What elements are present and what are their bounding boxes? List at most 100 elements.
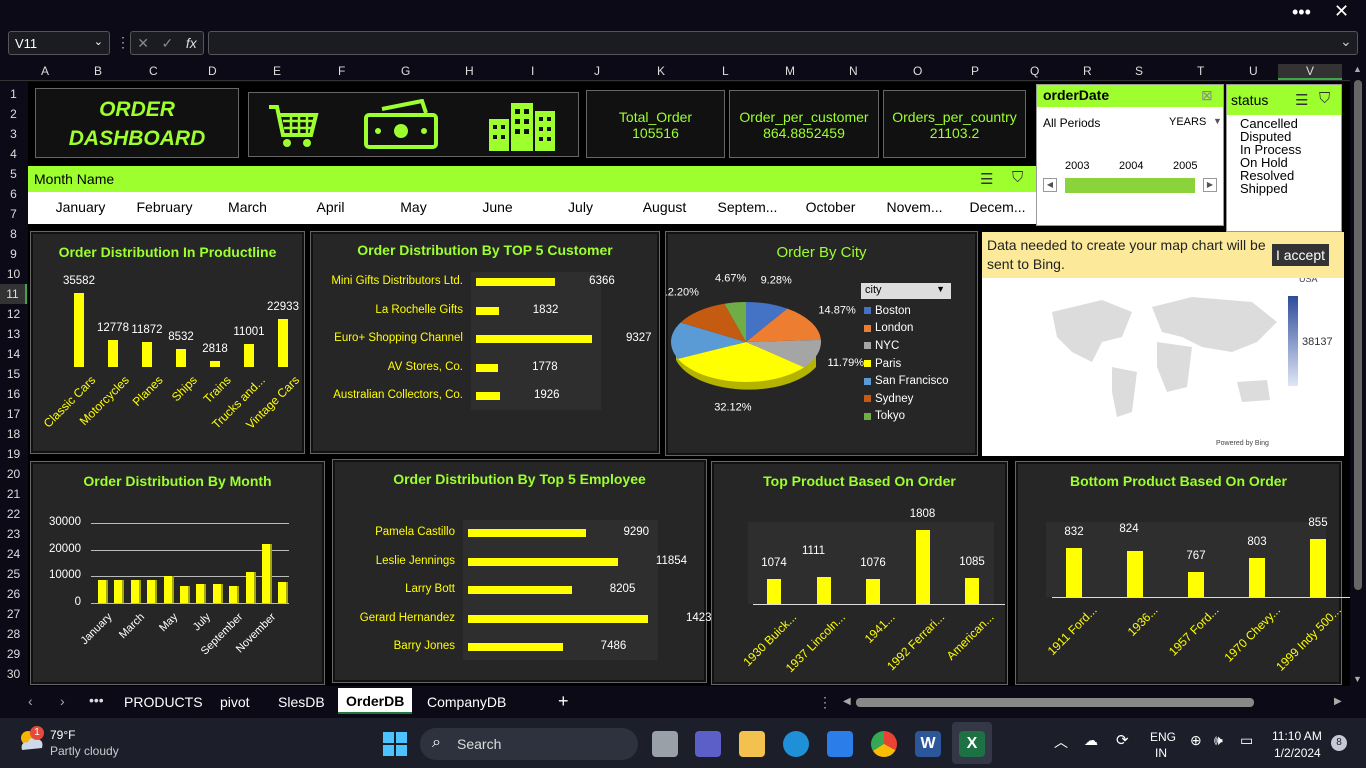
month-item[interactable]: June	[459, 199, 536, 215]
column-header[interactable]: M	[785, 64, 795, 78]
bar[interactable]	[212, 584, 221, 603]
sheet-tab[interactable]: CompanyDB	[427, 694, 506, 710]
bar[interactable]	[1188, 571, 1204, 597]
bar[interactable]	[767, 579, 781, 604]
bar[interactable]	[98, 580, 106, 603]
scroll-thumb[interactable]	[1354, 80, 1362, 590]
city-filter-dropdown[interactable]: city ▼	[861, 283, 951, 299]
scroll-left-icon[interactable]: ◀	[843, 696, 851, 707]
timeline-unit[interactable]: YEARS	[1169, 116, 1206, 128]
windows-start-icon[interactable]	[383, 732, 407, 756]
top-product-chart[interactable]: Top Product Based On Order 1074 1930 Buic…	[711, 461, 1008, 685]
month-item[interactable]: May	[375, 199, 452, 215]
fx-icon[interactable]: fx	[186, 35, 197, 51]
more-sheets-icon[interactable]: •••	[89, 692, 104, 708]
row-header[interactable]: 25	[0, 564, 27, 584]
bar[interactable]	[1249, 558, 1265, 597]
clear-filter-icon[interactable]: ⛉	[1319, 90, 1330, 107]
column-header[interactable]: B	[94, 64, 102, 78]
bar[interactable]	[468, 586, 572, 594]
row-header[interactable]: 23	[0, 524, 27, 544]
timeline-range-bar[interactable]	[1065, 178, 1195, 193]
bar[interactable]	[1127, 550, 1143, 597]
row-header[interactable]: 16	[0, 384, 27, 404]
month-item[interactable]: January	[42, 199, 119, 215]
row-header[interactable]: 12	[0, 304, 27, 324]
notification-badge[interactable]: 8	[1331, 735, 1347, 751]
bar[interactable]	[816, 576, 831, 604]
bar[interactable]	[476, 335, 592, 343]
next-sheet-icon[interactable]: ›	[60, 693, 65, 709]
bar[interactable]	[278, 319, 288, 367]
month-item[interactable]: October	[792, 199, 869, 215]
bar[interactable]	[163, 576, 172, 603]
bar[interactable]	[476, 306, 499, 315]
row-header[interactable]: 10	[0, 264, 27, 284]
row-header[interactable]: 5	[0, 164, 27, 184]
bar[interactable]	[965, 578, 979, 604]
row-header[interactable]: 4	[0, 144, 27, 164]
more-vertical-icon[interactable]: ⋮	[116, 34, 130, 51]
horizontal-scroll-thumb[interactable]	[856, 698, 1254, 707]
row-header[interactable]: 27	[0, 604, 27, 624]
employee-chart[interactable]: Order Distribution By Top 5 Employee Pam…	[332, 459, 718, 683]
row-header[interactable]: 26	[0, 584, 27, 604]
bar[interactable]	[147, 580, 156, 603]
row-header[interactable]: 19	[0, 444, 27, 464]
column-header[interactable]: P	[971, 64, 979, 78]
bar[interactable]	[468, 529, 586, 537]
column-header[interactable]: F	[338, 64, 345, 78]
row-header[interactable]: 9	[0, 244, 27, 264]
status-item[interactable]: Shipped	[1240, 182, 1301, 195]
accept-button[interactable]: I accept	[1272, 244, 1329, 266]
scroll-right-icon[interactable]: ▶	[1203, 178, 1217, 192]
bar[interactable]	[468, 643, 563, 651]
language[interactable]: ENG	[1150, 730, 1176, 744]
task-view-icon[interactable]	[652, 731, 678, 757]
row-header[interactable]: 2	[0, 104, 27, 124]
month-item[interactable]: February	[126, 199, 203, 215]
sync-icon[interactable]: ⟳	[1116, 731, 1129, 749]
column-header[interactable]: T	[1197, 64, 1204, 78]
bar[interactable]	[176, 349, 186, 367]
bar[interactable]	[866, 578, 880, 604]
row-header[interactable]: 1	[0, 84, 27, 104]
column-header[interactable]: C	[149, 64, 158, 78]
row-header[interactable]: 29	[0, 644, 27, 664]
clear-filter-icon[interactable]: ⊠	[1201, 87, 1213, 104]
bar[interactable]	[210, 361, 220, 367]
bar[interactable]	[130, 580, 139, 603]
bar[interactable]	[1310, 539, 1326, 597]
bar[interactable]	[108, 340, 118, 367]
bar[interactable]	[278, 581, 287, 603]
scroll-up-icon[interactable]: ▲	[1353, 64, 1362, 74]
row-header[interactable]: 14	[0, 344, 27, 364]
month-item[interactable]: July	[542, 199, 619, 215]
store-icon[interactable]	[827, 731, 853, 757]
scroll-down-icon[interactable]: ▼	[1353, 674, 1362, 684]
teams-icon[interactable]	[695, 731, 721, 757]
multi-select-icon[interactable]: ☰	[980, 170, 993, 188]
legend-item[interactable]: London	[864, 320, 949, 338]
bar[interactable]	[476, 278, 556, 286]
sheet-tab-active[interactable]: OrderDB	[338, 688, 413, 714]
sheet-tab[interactable]: PRODUCTS	[124, 694, 203, 710]
row-header[interactable]: 17	[0, 404, 27, 424]
taskbar-search[interactable]: ⌕ Search	[420, 728, 638, 760]
row-header[interactable]: 20	[0, 464, 27, 484]
month-item[interactable]: Novem...	[876, 199, 953, 215]
volume-icon[interactable]: 🕪	[1214, 732, 1223, 749]
month-chart[interactable]: Order Distribution By Month 30000 20000 10…	[30, 461, 325, 685]
column-header-selected[interactable]: V	[1278, 64, 1342, 80]
column-header[interactable]: K	[657, 64, 665, 78]
row-header[interactable]: 13	[0, 324, 27, 344]
month-item[interactable]: Septem...	[709, 199, 786, 215]
cloud-off-icon[interactable]: ☁	[1084, 732, 1098, 749]
month-item[interactable]: August	[626, 199, 703, 215]
bar[interactable]	[476, 363, 499, 372]
bar[interactable]	[1066, 547, 1082, 597]
globe-icon[interactable]: ⊕	[1190, 732, 1202, 749]
legend-item[interactable]: San Francisco	[864, 372, 949, 390]
word-icon[interactable]: W	[915, 731, 941, 757]
row-header[interactable]: 7	[0, 204, 27, 224]
